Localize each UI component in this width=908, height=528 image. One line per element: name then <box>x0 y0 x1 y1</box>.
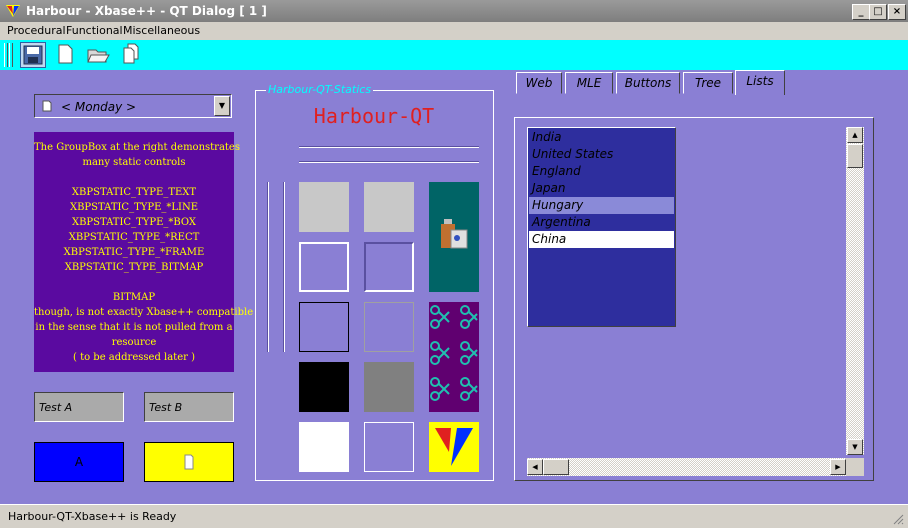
combobox-value: < Monday > <box>61 100 137 114</box>
static-box-gray <box>299 182 349 232</box>
test-a-input[interactable]: Test A <box>34 392 124 422</box>
groupbox-title: Harbour-QT-Statics <box>266 83 374 96</box>
description-line: in the sense that it is not pulled from … <box>35 322 233 333</box>
status-bar: Harbour-QT-Xbase++ is Ready <box>0 504 908 528</box>
list-item[interactable]: England <box>529 163 674 180</box>
floppy-disk-icon <box>23 45 43 65</box>
harbour-logo-icon <box>435 428 473 466</box>
description-line: though, is not exactly Xbase++ compatibl… <box>34 307 254 318</box>
static-box-white <box>299 422 349 472</box>
tab-buttons[interactable]: Buttons <box>616 72 680 94</box>
tab-web[interactable]: Web <box>516 72 562 94</box>
toolbar <box>0 40 908 70</box>
app-icon <box>6 5 20 17</box>
toolbar-grip[interactable] <box>4 43 8 67</box>
country-listbox[interactable]: India United States England Japan Hungar… <box>527 127 676 327</box>
static-bitmap-scissors <box>429 302 479 412</box>
title-bar: Harbour - Xbase++ - QT Dialog [ 1 ] _ □ … <box>0 0 908 22</box>
static-vline-2 <box>283 182 285 352</box>
description-line: XBPSTATIC_TYPE_*RECT <box>68 232 200 243</box>
static-rect-black <box>299 302 349 352</box>
save-tool-button[interactable] <box>20 42 46 68</box>
tab-mle[interactable]: MLE <box>565 72 613 94</box>
static-frame-white <box>299 242 349 292</box>
static-bitmap-teal <box>429 182 479 292</box>
button-a[interactable]: A <box>34 442 124 482</box>
vertical-scroll-thumb[interactable] <box>847 144 863 168</box>
description-line <box>34 275 234 290</box>
static-frame-raised <box>364 242 414 292</box>
vertical-scrollbar[interactable]: ▲ ▼ <box>846 127 864 455</box>
static-box-gray-2 <box>364 182 414 232</box>
menu-bar: Procedural Functional Miscellaneous <box>0 22 908 40</box>
static-box-darkgray <box>364 362 414 412</box>
static-hline-2 <box>299 161 479 163</box>
menu-miscellaneous[interactable]: Miscellaneous <box>123 24 200 37</box>
description-line <box>34 170 234 185</box>
dialog-client-area: < Monday > ▼ The GroupBox at the right d… <box>0 70 908 504</box>
static-rect-gray <box>364 302 414 352</box>
horizontal-scrollbar[interactable]: ◀ ▶ <box>527 458 846 476</box>
menu-procedural[interactable]: Procedural <box>7 24 66 37</box>
scroll-left-icon[interactable]: ◀ <box>527 459 543 475</box>
static-text: Harbour-QT <box>313 104 435 128</box>
new-document-icon <box>58 44 73 64</box>
description-line: XBPSTATIC_TYPE_*FRAME <box>63 247 205 258</box>
app-bitmap-icon <box>441 219 468 249</box>
list-item[interactable]: India <box>529 129 674 146</box>
description-line: XBPSTATIC_TYPE_*LINE <box>69 202 199 213</box>
scroll-up-icon[interactable]: ▲ <box>847 127 863 143</box>
scroll-right-icon[interactable]: ▶ <box>830 459 846 475</box>
tab-tree[interactable]: Tree <box>683 72 733 94</box>
list-item[interactable]: Argentina <box>529 214 674 231</box>
description-text: The GroupBox at the right demonstrates m… <box>34 132 254 372</box>
weekday-combobox[interactable]: < Monday > ▼ <box>34 94 232 118</box>
description-line: resource <box>111 337 157 348</box>
scissors-icon <box>430 305 478 401</box>
description-line: XBPSTATIC_TYPE_*BOX <box>71 217 197 228</box>
scrollbar-corner <box>846 458 864 476</box>
resize-grip-icon[interactable] <box>892 513 904 525</box>
description-line: many static controls <box>82 157 186 168</box>
window-title: Harbour - Xbase++ - QT Dialog [ 1 ] <box>26 4 267 18</box>
button-b[interactable] <box>144 442 234 482</box>
test-b-input[interactable]: Test B <box>144 392 234 422</box>
static-rect-white <box>364 422 414 472</box>
menu-functional[interactable]: Functional <box>66 24 123 37</box>
open-tool-button[interactable] <box>86 42 112 68</box>
maximize-button[interactable]: □ <box>869 4 887 20</box>
copy-tool-button[interactable] <box>119 42 145 68</box>
toolbar-grip-2 <box>9 43 13 67</box>
new-tool-button[interactable] <box>53 42 79 68</box>
minimize-button[interactable]: _ <box>852 4 870 20</box>
scroll-down-icon[interactable]: ▼ <box>847 439 863 455</box>
document-icon <box>184 454 194 470</box>
description-line: The GroupBox at the right demonstrates <box>34 142 240 153</box>
static-bitmap-harbour-logo <box>429 422 479 472</box>
list-item[interactable]: Hungary <box>529 197 674 214</box>
status-text: Harbour-QT-Xbase++ is Ready <box>8 510 177 523</box>
static-vline-1 <box>267 182 269 352</box>
list-item[interactable]: China <box>529 231 674 248</box>
list-item[interactable]: United States <box>529 146 674 163</box>
description-line: XBPSTATIC_TYPE_BITMAP <box>64 262 204 273</box>
description-line: ( to be addressed later ) <box>73 352 195 363</box>
close-button[interactable]: × <box>888 4 906 20</box>
tab-lists[interactable]: Lists <box>735 70 785 95</box>
copy-documents-icon <box>123 43 139 64</box>
static-hline-1 <box>299 146 479 148</box>
description-line: XBPSTATIC_TYPE_TEXT <box>71 187 197 198</box>
chevron-down-icon[interactable]: ▼ <box>214 96 230 116</box>
list-item[interactable]: Japan <box>529 180 674 197</box>
description-line: BITMAP <box>112 292 156 303</box>
item-icon <box>42 100 52 112</box>
open-folder-icon <box>87 49 110 63</box>
horizontal-scroll-thumb[interactable] <box>543 459 569 475</box>
static-box-black <box>299 362 349 412</box>
